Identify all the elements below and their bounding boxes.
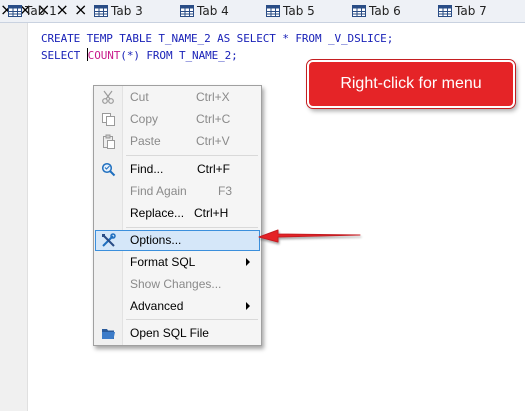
menu-shortcut: F3	[218, 184, 233, 198]
tab-label: Tab 7	[455, 4, 487, 18]
tab-5[interactable]: Tab 5	[266, 0, 315, 22]
menu-item-copy[interactable]: Copy Ctrl+C	[95, 109, 260, 130]
sql-rest: (*) FROM T_NAME_2;	[120, 49, 238, 62]
menu-item-replace[interactable]: Replace... Ctrl+H	[95, 203, 260, 224]
tab-6-close-icon[interactable]: ×	[74, 0, 87, 19]
sql-function: COUNT	[87, 49, 121, 62]
code-line-1: CREATE TEMP TABLE T_NAME_2 AS SELECT * F…	[41, 32, 394, 45]
callout-text: Right-click for menu	[340, 75, 482, 92]
menu-label: Format SQL	[130, 255, 196, 269]
tab-3[interactable]: Tab 3	[94, 0, 143, 22]
tab-label: Tab 6	[369, 4, 401, 18]
clipboard-icon	[103, 134, 115, 149]
submenu-arrow-icon	[246, 302, 250, 310]
menu-shortcut: Ctrl+F	[197, 162, 230, 176]
tab-1[interactable]: Tab 1	[8, 0, 57, 22]
copy-icon	[102, 113, 115, 126]
menu-separator	[126, 155, 258, 156]
tab-bar: Tab 1 × Tab 3 × Tab 4 × Tab 5 × Tab 6 × …	[0, 0, 525, 23]
menu-label: Open SQL File	[130, 326, 209, 340]
folder-icon	[102, 329, 115, 339]
callout-box: Right-click for menu	[307, 60, 515, 108]
tab-label: Tab 4	[197, 4, 229, 18]
submenu-arrow-icon	[246, 258, 250, 266]
red-arrow-icon	[258, 229, 361, 243]
menu-label: Copy	[130, 112, 159, 126]
menu-shortcut: Ctrl+C	[196, 112, 231, 126]
tab-5-close-icon[interactable]: ×	[56, 0, 69, 19]
tab-7[interactable]: Tab 7	[438, 0, 487, 22]
menu-label: Replace...	[130, 206, 185, 220]
menu-item-show-changes[interactable]: Show Changes...	[95, 274, 260, 295]
menu-separator	[126, 227, 258, 228]
menu-shortcut: Ctrl+X	[196, 90, 230, 104]
line-gutter	[0, 23, 28, 411]
tools-icon	[102, 233, 116, 247]
menu-item-find[interactable]: Find... Ctrl+F	[95, 159, 260, 180]
menu-item-open-sql-file[interactable]: Open SQL File	[95, 323, 260, 344]
magnifier-icon	[101, 162, 116, 177]
menu-item-advanced[interactable]: Advanced	[95, 296, 260, 317]
menu-shortcut: Ctrl+H	[194, 206, 229, 220]
table-grid-icon	[8, 5, 22, 17]
tab-6[interactable]: Tab 6	[352, 0, 401, 22]
menu-item-paste[interactable]: Paste Ctrl+V	[95, 131, 260, 152]
menu-shortcut: Ctrl+V	[196, 134, 230, 148]
sql-keyword: SELECT	[41, 49, 87, 62]
menu-item-format-sql[interactable]: Format SQL	[95, 252, 260, 273]
table-grid-icon	[266, 5, 280, 17]
menu-separator	[126, 319, 258, 320]
menu-label: Find Again	[130, 184, 187, 198]
table-grid-icon	[352, 5, 366, 17]
code-line-2: SELECT COUNT(*) FROM T_NAME_2;	[41, 48, 238, 62]
menu-label: Options...	[130, 233, 182, 247]
menu-label: Cut	[130, 90, 149, 104]
scissors-icon	[102, 90, 114, 104]
tab-label: Tab 3	[111, 4, 143, 18]
tab-4[interactable]: Tab 4	[180, 0, 229, 22]
tab-label: Tab 1	[25, 4, 57, 18]
table-grid-icon	[180, 5, 194, 17]
menu-item-find-again[interactable]: Find Again F3	[95, 181, 260, 202]
menu-label: Find...	[130, 162, 164, 176]
menu-item-cut[interactable]: Cut Ctrl+X	[95, 87, 260, 108]
menu-label: Show Changes...	[130, 277, 222, 291]
context-menu: Cut Ctrl+X Copy Ctrl+C Paste Ctrl+V Find…	[93, 85, 262, 346]
menu-label: Advanced	[130, 299, 184, 313]
table-grid-icon	[438, 5, 452, 17]
table-grid-icon	[94, 5, 108, 17]
menu-label: Paste	[130, 134, 161, 148]
tab-label: Tab 5	[283, 4, 315, 18]
menu-item-options[interactable]: Options...	[95, 230, 260, 251]
